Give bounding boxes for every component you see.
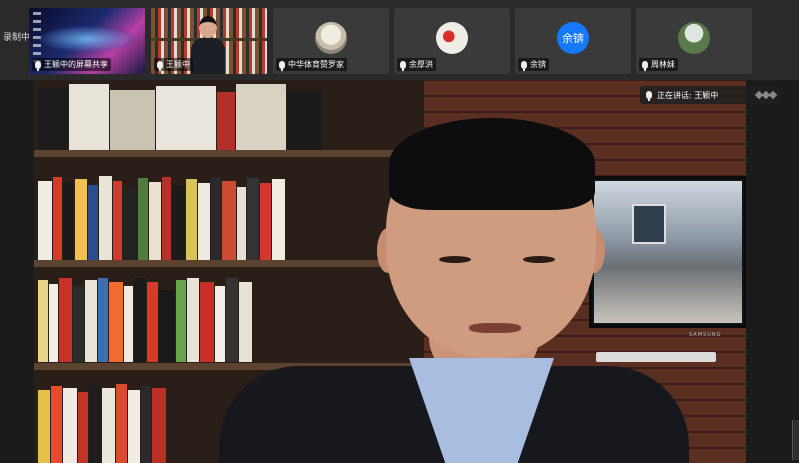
participant-name: 中华体育赞罗家 xyxy=(288,60,344,69)
tile-label: 王颖中的屏幕共享 xyxy=(32,58,111,71)
tile-label: 中华体育赞罗家 xyxy=(276,58,347,71)
mic-icon xyxy=(157,60,163,71)
avatar xyxy=(436,22,468,54)
participant-name: 王颖中的屏幕共享 xyxy=(44,60,108,69)
hair xyxy=(389,118,595,210)
participant-name: 余锛 xyxy=(530,60,546,69)
mouth xyxy=(469,323,521,333)
speaker-body xyxy=(191,38,225,74)
avatar xyxy=(315,22,347,54)
speaker-head xyxy=(199,16,217,38)
avatar xyxy=(678,22,710,54)
participant-name: 王颖中 xyxy=(166,60,190,69)
mic-muted-icon xyxy=(642,60,648,71)
recording-indicator: 录制中 xyxy=(3,33,31,43)
tv-brand: SAMSUNG xyxy=(689,332,722,338)
tile-label: 余厚洪 xyxy=(397,58,436,71)
tile-speaker-video[interactable]: 王颖中 xyxy=(151,8,267,74)
avatar: 余锛 xyxy=(557,22,589,54)
speaking-indicator: 正在讲话: 王颖中 xyxy=(640,86,782,104)
participant-strip: 录制中 王颖中的屏幕共享 王颖中 中华体育赞罗家 余厚洪 余锛 余锛 周林妹 xyxy=(0,0,799,80)
tile-participant[interactable]: 余厚洪 xyxy=(394,8,510,74)
mic-icon xyxy=(35,60,41,71)
mic-muted-icon xyxy=(521,60,527,71)
tile-participant[interactable]: 周林妹 xyxy=(636,8,752,74)
tile-label: 周林妹 xyxy=(639,58,678,71)
tile-screen-share[interactable]: 王颖中的屏幕共享 xyxy=(29,8,145,74)
speaker-thumbnail xyxy=(191,16,225,74)
side-panel-handle[interactable] xyxy=(792,420,799,460)
wallpaper-wave xyxy=(39,26,135,52)
mic-muted-icon xyxy=(279,60,285,71)
eye-left xyxy=(439,256,471,263)
tile-label: 余锛 xyxy=(518,58,549,71)
participant-name: 余厚洪 xyxy=(409,60,433,69)
tile-participant[interactable]: 余锛 余锛 xyxy=(515,8,631,74)
speaking-label: 正在讲话: 王颖中 xyxy=(657,90,719,100)
mic-muted-icon xyxy=(400,60,406,71)
tile-label: 王颖中 xyxy=(154,58,193,71)
eye-right xyxy=(523,256,555,263)
main-video: SAMSUNG xyxy=(34,80,746,463)
mic-icon xyxy=(646,91,652,101)
speaker xyxy=(219,118,689,463)
audio-level-icon xyxy=(754,90,778,100)
tile-participant[interactable]: 中华体育赞罗家 xyxy=(273,8,389,74)
participant-name: 周林妹 xyxy=(651,60,675,69)
